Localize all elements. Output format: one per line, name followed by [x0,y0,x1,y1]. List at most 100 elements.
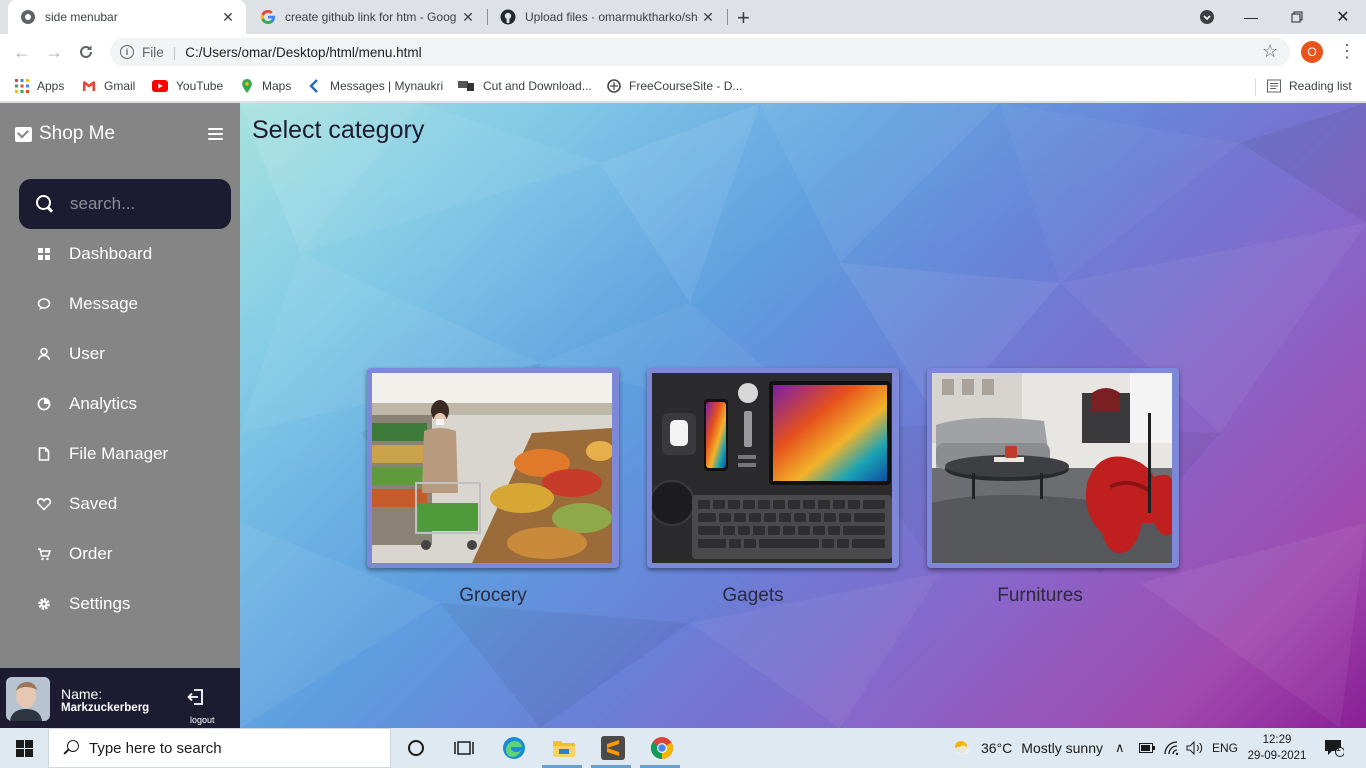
bookmark-label: Maps [262,79,292,93]
windows-start-icon[interactable] [16,740,33,757]
sidebar-item-file-manager[interactable]: File Manager [0,429,240,479]
sidebar-item-label: File Manager [69,444,169,463]
category-card-grocery[interactable] [367,368,619,568]
bookmark-star-icon[interactable]: ☆ [1262,41,1278,62]
sidebar-item-order[interactable]: Order [0,529,240,579]
scheme-label: File [142,44,164,60]
language-indicator[interactable]: ENG [1212,728,1238,768]
sidebar-item-label: Saved [69,494,118,513]
sidebar-item-settings[interactable]: Settings [0,579,240,629]
reload-button[interactable] [75,41,97,63]
reading-list-icon [1267,79,1281,93]
forward-button[interactable]: → [43,41,65,63]
profile-username: Markzuckerberg [61,702,150,714]
close-window-button[interactable]: ✕ [1320,0,1366,34]
sidebar-item-dashboard[interactable]: Dashboard [0,229,240,279]
bookmark-freecoursesite[interactable]: FreeCourseSite - D... [607,77,742,95]
close-tab-icon[interactable]: ✕ [700,9,716,26]
apps-grid-icon [15,79,29,93]
bookmark-youtube[interactable]: YouTube [152,77,223,95]
user-icon [37,347,51,361]
bookmark-apps[interactable]: Apps [15,77,64,95]
reading-list-button[interactable]: Reading list [1267,77,1352,95]
sidebar-item-analytics[interactable]: Analytics [0,379,240,429]
clock-time: 12:29 [1262,734,1292,746]
profile-avatar-button[interactable]: O [1301,41,1323,63]
edge-browser-icon[interactable] [502,736,526,760]
task-view-icon[interactable] [452,736,476,760]
category-card-furniture[interactable] [927,368,1179,568]
tab-side-menubar[interactable]: side menubar ✕ [8,0,246,34]
logout-icon[interactable] [187,688,205,706]
back-button[interactable]: ← [11,41,33,63]
weather-widget[interactable]: 36°C Mostly sunny [952,728,1103,768]
tab-search-button[interactable] [1184,0,1230,34]
bookmarks-bar: Apps Gmail YouTube Maps Messages | Mynau… [0,70,1366,102]
sidebar-item-label: User [69,344,105,363]
sidebar-item-user[interactable]: User [0,329,240,379]
close-tab-icon[interactable]: ✕ [220,9,236,26]
browser-tab-strip: side menubar ✕ create github link for ht… [0,0,1366,34]
sidebar-item-message[interactable]: Message [0,279,240,329]
browser-menu-icon[interactable]: ⋮ [1338,41,1356,62]
logout-label[interactable]: logout [190,715,215,725]
bookmark-maps[interactable]: Maps [240,77,291,95]
wifi-icon[interactable] [1164,728,1180,768]
sublime-text-icon[interactable] [601,736,625,760]
address-bar[interactable]: i File | C:/Users/omar/Desktop/html/menu… [110,38,1290,66]
notification-center-icon[interactable]: 1 [1324,728,1344,768]
close-tab-icon[interactable]: ✕ [460,9,476,26]
bookmark-label: Gmail [104,79,136,93]
brand-name: Shop Me [39,123,116,144]
file-explorer-icon[interactable] [552,736,576,760]
tab-title: side menubar [45,10,118,24]
shop-logo-icon [15,126,32,142]
analytics-icon [37,397,51,411]
reading-list-label: Reading list [1289,79,1352,93]
bookmark-mynaukri[interactable]: Messages | Mynaukri [308,77,443,95]
category-label-furniture[interactable]: Furnitures [914,585,1166,607]
sidebar-item-saved[interactable]: Saved [0,479,240,529]
restore-button[interactable] [1274,0,1320,34]
new-tab-button[interactable]: + [737,5,750,31]
bookmark-label: Apps [37,79,65,93]
weather-temp: 36°C [981,740,1013,756]
chrome-icon[interactable] [650,736,674,760]
bookmark-label: Messages | Mynaukri [330,79,444,93]
taskbar-search[interactable]: Type here to search [48,728,391,768]
maps-icon [242,79,252,93]
tab-github-search[interactable]: create github link for htm - Goog ✕ [248,0,486,34]
heart-icon [37,497,51,511]
search-icon [63,740,79,756]
tab-upload-files[interactable]: Upload files · omarmuktharko/sh ✕ [488,0,726,34]
chevron-down-icon [1200,10,1214,24]
naukri-icon [309,79,318,93]
page-title: Select category [252,116,425,144]
taskbar-search-placeholder: Type here to search [89,739,222,757]
brand[interactable]: Shop Me [15,123,115,145]
category-label-gadgets[interactable]: Gagets [627,585,879,607]
search-input[interactable] [70,194,210,214]
system-tray-chevron[interactable]: ∧ [1115,728,1125,768]
bookmark-cut-download[interactable]: Cut and Download... [458,77,592,95]
clock[interactable]: 12:29 29-09-2021 [1246,732,1308,764]
sidebar-menu: Dashboard Message User Analytics File Ma… [0,229,240,629]
gadgets-image [652,373,892,563]
menu-toggle-icon[interactable] [208,128,223,140]
volume-icon[interactable] [1186,728,1204,768]
bookmark-label: Cut and Download... [483,79,592,93]
sidebar-item-label: Analytics [69,394,138,413]
reload-icon [80,45,92,58]
cortana-icon[interactable] [404,736,428,760]
globe-icon [21,10,35,24]
battery-icon[interactable] [1139,728,1155,768]
bookmark-gmail[interactable]: Gmail [82,77,135,95]
category-card-gadgets[interactable] [647,368,899,568]
info-icon[interactable]: i [120,45,134,59]
minimize-button[interactable]: — [1228,0,1274,34]
sidebar-search[interactable] [19,179,231,229]
search-icon[interactable] [36,195,54,213]
restore-icon [1291,11,1303,23]
bookmark-label: FreeCourseSite - D... [629,79,743,93]
category-label-grocery[interactable]: Grocery [367,585,619,607]
